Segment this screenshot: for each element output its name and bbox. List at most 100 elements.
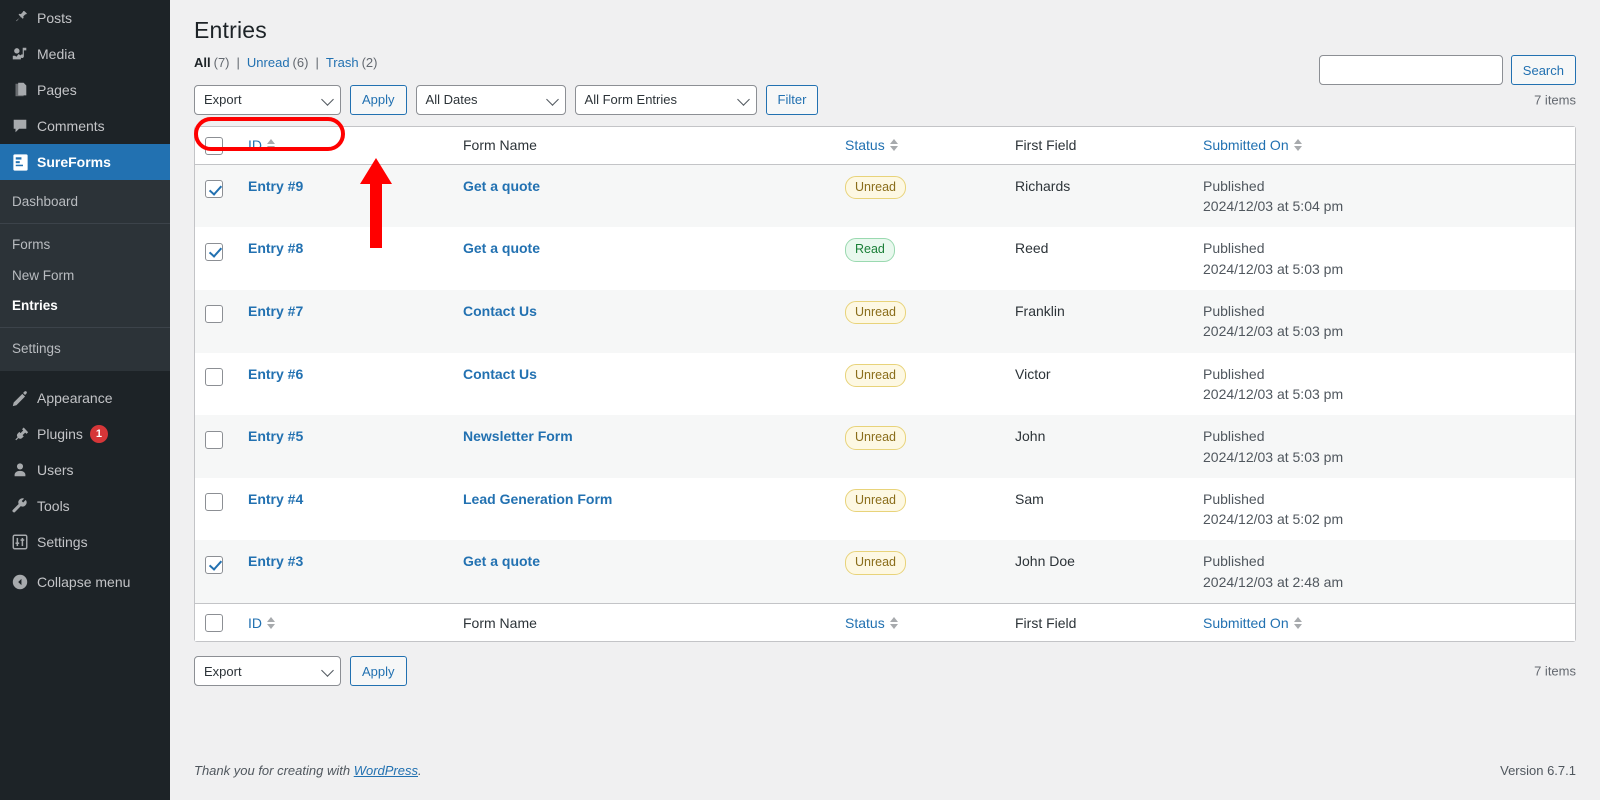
sidebar-subitem-settings[interactable]: Settings [0,334,170,364]
row-checkbox[interactable] [205,555,223,574]
column-label-status: Status [845,614,885,631]
status-cell: Read [835,227,1005,291]
admin-footer: Thank you for creating with WordPress. V… [194,763,1576,778]
select-all-checkbox-bottom[interactable] [205,613,223,632]
entry-id-cell: Entry #5 [238,415,453,478]
chevron-down-icon [545,93,559,106]
sort-by-submitted-on-link-bottom[interactable]: Submitted On [1203,615,1303,631]
view-unread-link[interactable]: Unread [247,55,290,70]
form-name-link[interactable]: Contact Us [463,303,537,319]
sidebar-item-label: Media [37,46,76,62]
apply-bulk-action-button-bottom[interactable]: Apply [350,656,407,687]
sidebar-subitem-new-form[interactable]: New Form [0,261,170,291]
entry-id-cell: Entry #3 [238,540,453,604]
entry-id-link[interactable]: Entry #3 [248,553,303,569]
sort-by-id-link[interactable]: ID [248,137,276,153]
form-name-link[interactable]: Get a quote [463,240,540,256]
view-all-link[interactable]: All [194,55,211,70]
entry-id-link[interactable]: Entry #7 [248,303,303,319]
date-filter-select[interactable]: All Dates [415,84,566,115]
sort-by-status-link-bottom[interactable]: Status [845,615,899,631]
row-checkbox[interactable] [205,493,223,512]
sort-arrows-icon [267,138,276,152]
entry-id-link[interactable]: Entry #4 [248,491,303,507]
sidebar-item-settings[interactable]: Settings [0,524,170,560]
publish-status: Published [1203,490,1265,507]
sliders-icon [11,533,37,551]
view-separator-2: | [315,54,319,70]
submitted-timestamp: 2024/12/03 at 5:03 pm [1203,448,1344,465]
select-all-checkbox-top[interactable] [205,136,223,155]
column-footer-submitted-on[interactable]: Submitted On [1193,603,1575,642]
row-checkbox[interactable] [205,242,223,261]
sort-by-id-link-bottom[interactable]: ID [248,615,276,631]
row-checkbox[interactable] [205,430,223,449]
collapse-menu-button[interactable]: Collapse menu [0,564,170,600]
column-header-id[interactable]: ID [238,126,453,165]
submitted-on-cell: Published 2024/12/03 at 5:04 pm [1193,164,1575,228]
column-label-submitted-on: Submitted On [1203,137,1289,154]
sort-by-status-link[interactable]: Status [845,137,899,153]
sidebar-item-comments[interactable]: Comments [0,108,170,144]
publish-status: Published [1203,553,1265,570]
column-header-submitted-on[interactable]: Submitted On [1193,126,1575,165]
table-row: Entry #6 Contact Us Unread Victor Published 2… [195,352,1575,416]
publish-status: Published [1203,240,1265,257]
items-count-bottom: 7 items [1534,663,1576,679]
status-cell: Unread [835,290,1005,353]
form-name-link[interactable]: Get a quote [463,553,540,569]
view-trash-link[interactable]: Trash [326,55,359,70]
form-filter-value: All Form Entries [584,92,677,108]
column-header-status[interactable]: Status [835,126,1005,165]
entries-table: ID Form Name Status First Field Submitte… [194,125,1576,643]
page-title: Entries [194,17,267,43]
form-name-link[interactable]: Newsletter Form [463,428,573,444]
sidebar-subitem-forms[interactable]: Forms [0,230,170,260]
apply-bulk-action-button-top[interactable]: Apply [350,84,407,115]
sidebar-item-users[interactable]: Users [0,452,170,488]
sidebar-item-tools[interactable]: Tools [0,488,170,524]
bulk-action-select-top[interactable]: Export [194,84,341,115]
form-name-link[interactable]: Lead Generation Form [463,491,612,507]
column-footer-status[interactable]: Status [835,603,1005,642]
row-checkbox[interactable] [205,305,223,324]
form-filter-select[interactable]: All Form Entries [574,84,757,115]
bulk-action-select-bottom[interactable]: Export [194,656,341,687]
footer-thanks-text: Thank you for creating with [194,763,354,778]
row-checkbox[interactable] [205,180,223,199]
column-label-form-name: Form Name [463,137,537,154]
sidebar-item-media[interactable]: Media [0,36,170,72]
filter-button[interactable]: Filter [765,84,819,115]
sidebar-item-posts[interactable]: Posts [0,0,170,36]
sidebar-item-plugins[interactable]: Plugins 1 [0,416,170,452]
sidebar-item-sureforms[interactable]: SureForms [0,144,170,180]
admin-sidebar: Posts Media Pages Comments SureForms Das… [0,0,170,800]
submitted-timestamp: 2024/12/03 at 5:02 pm [1203,511,1344,528]
status-badge: Unread [845,551,906,575]
submenu-divider-1 [0,223,170,225]
entry-id-cell: Entry #9 [238,164,453,228]
entry-id-link[interactable]: Entry #6 [248,366,303,382]
form-name-link[interactable]: Get a quote [463,178,540,194]
wordpress-link[interactable]: WordPress [354,763,418,778]
submitted-on-cell: Published 2024/12/03 at 5:02 pm [1193,477,1575,541]
sidebar-subitem-entries[interactable]: Entries [0,291,170,321]
submenu-divider-2 [0,327,170,328]
sidebar-subitem-dashboard[interactable]: Dashboard [0,187,170,217]
sidebar-item-pages[interactable]: Pages [0,72,170,108]
entry-id-cell: Entry #7 [238,290,453,353]
entries-table-body: Entry #9 Get a quote Unread Richards Publish… [195,164,1575,604]
table-row: Entry #4 Lead Generation Form Unread Sam Pub… [195,477,1575,541]
entry-id-link[interactable]: Entry #5 [248,428,303,444]
form-name-cell: Newsletter Form [453,415,835,478]
row-checkbox[interactable] [205,367,223,386]
entry-id-link[interactable]: Entry #8 [248,240,303,256]
footer-thanks: Thank you for creating with WordPress. [194,763,422,778]
sidebar-item-appearance[interactable]: Appearance [0,380,170,416]
sort-by-submitted-on-link[interactable]: Submitted On [1203,137,1303,153]
table-row: Entry #5 Newsletter Form Unread John Publish… [195,415,1575,478]
entry-id-link[interactable]: Entry #9 [248,178,303,194]
form-name-link[interactable]: Contact Us [463,366,537,382]
column-footer-id[interactable]: ID [238,603,453,642]
